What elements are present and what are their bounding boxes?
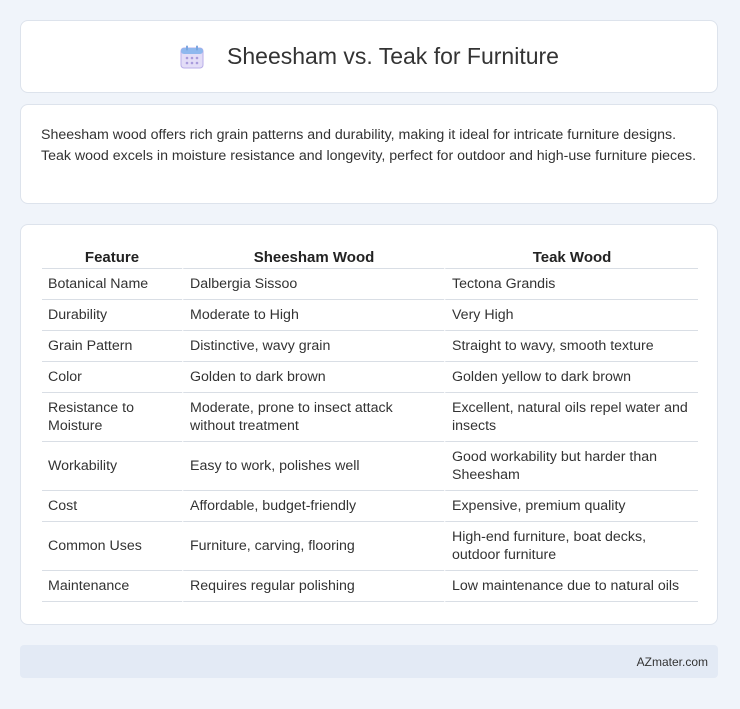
table-row: Common Uses Furniture, carving, flooring… bbox=[42, 522, 698, 571]
table-header-row: Feature Sheesham Wood Teak Wood bbox=[42, 245, 698, 269]
table-row: Workability Easy to work, polishes well … bbox=[42, 442, 698, 491]
feature-cell: Durability bbox=[42, 300, 182, 331]
sheesham-cell: Moderate to High bbox=[182, 300, 444, 331]
title-card: Sheesham vs. Teak for Furniture bbox=[20, 20, 718, 93]
summary-card: Sheesham wood offers rich grain patterns… bbox=[20, 104, 718, 204]
table-row: Cost Affordable, budget-friendly Expensi… bbox=[42, 491, 698, 522]
header-sheesham: Sheesham Wood bbox=[182, 245, 444, 269]
feature-cell: Color bbox=[42, 362, 182, 393]
header-feature: Feature bbox=[42, 245, 182, 269]
teak-cell: Low maintenance due to natural oils bbox=[444, 571, 698, 602]
table-row: Botanical Name Dalbergia Sissoo Tectona … bbox=[42, 269, 698, 300]
sheesham-cell: Dalbergia Sissoo bbox=[182, 269, 444, 300]
header-teak: Teak Wood bbox=[444, 245, 698, 269]
sheesham-cell: Affordable, budget-friendly bbox=[182, 491, 444, 522]
sheesham-cell: Easy to work, polishes well bbox=[182, 442, 444, 491]
table-row: Grain Pattern Distinctive, wavy grain St… bbox=[42, 331, 698, 362]
teak-cell: Excellent, natural oils repel water and … bbox=[444, 393, 698, 442]
teak-cell: Expensive, premium quality bbox=[444, 491, 698, 522]
sheesham-cell: Distinctive, wavy grain bbox=[182, 331, 444, 362]
feature-cell: Grain Pattern bbox=[42, 331, 182, 362]
comparison-table: Feature Sheesham Wood Teak Wood Botanica… bbox=[42, 245, 698, 602]
comparison-table-card: Feature Sheesham Wood Teak Wood Botanica… bbox=[20, 224, 718, 625]
feature-cell: Maintenance bbox=[42, 571, 182, 602]
page-title: Sheesham vs. Teak for Furniture bbox=[227, 43, 559, 69]
teak-cell: Golden yellow to dark brown bbox=[444, 362, 698, 393]
table-row: Resistance to Moisture Moderate, prone t… bbox=[42, 393, 698, 442]
feature-cell: Common Uses bbox=[42, 522, 182, 571]
footer-source-link[interactable]: AZmater.com bbox=[637, 655, 708, 669]
table-row: Durability Moderate to High Very High bbox=[42, 300, 698, 331]
teak-cell: Straight to wavy, smooth texture bbox=[444, 331, 698, 362]
sheesham-cell: Moderate, prone to insect attack without… bbox=[182, 393, 444, 442]
feature-cell: Resistance to Moisture bbox=[42, 393, 182, 442]
table-row: Color Golden to dark brown Golden yellow… bbox=[42, 362, 698, 393]
teak-cell: High-end furniture, boat decks, outdoor … bbox=[444, 522, 698, 571]
teak-cell: Tectona Grandis bbox=[444, 269, 698, 300]
table-row: Maintenance Requires regular polishing L… bbox=[42, 571, 698, 602]
feature-cell: Workability bbox=[42, 442, 182, 491]
teak-cell: Very High bbox=[444, 300, 698, 331]
sheesham-cell: Furniture, carving, flooring bbox=[182, 522, 444, 571]
sheesham-cell: Requires regular polishing bbox=[182, 571, 444, 602]
calendar-icon bbox=[179, 44, 205, 70]
feature-cell: Botanical Name bbox=[42, 269, 182, 300]
feature-cell: Cost bbox=[42, 491, 182, 522]
teak-cell: Good workability but harder than Sheesha… bbox=[444, 442, 698, 491]
summary-text: Sheesham wood offers rich grain patterns… bbox=[41, 127, 697, 164]
sheesham-cell: Golden to dark brown bbox=[182, 362, 444, 393]
footer: AZmater.com bbox=[20, 645, 718, 678]
